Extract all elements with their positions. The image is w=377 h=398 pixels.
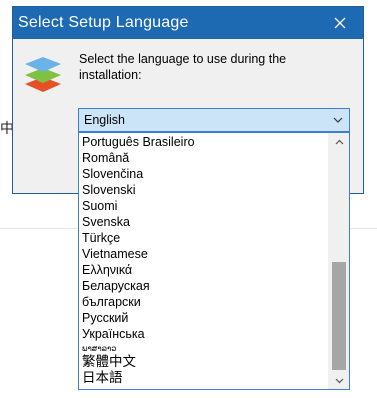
language-option[interactable]: Vietnamese: [79, 246, 329, 262]
language-option[interactable]: 日本語: [79, 370, 329, 386]
language-option[interactable]: Ελληνικά: [79, 262, 329, 278]
scrollbar-thumb[interactable]: [332, 262, 346, 370]
language-option[interactable]: Русский: [79, 310, 329, 326]
scroll-up-button[interactable]: [329, 133, 349, 150]
language-option[interactable]: български: [79, 294, 329, 310]
title-bar[interactable]: Select Setup Language: [13, 7, 363, 39]
language-prompt: Select the language to use during the in…: [79, 52, 287, 82]
language-option[interactable]: 繁體中文: [79, 354, 329, 370]
language-option[interactable]: Suomi: [79, 198, 329, 214]
language-option[interactable]: Türkçe: [79, 230, 329, 246]
dialog-title: Select Setup Language: [18, 14, 189, 31]
language-select[interactable]: English: [78, 108, 350, 132]
language-options: Português Brasileiro Română Slovenčina S…: [79, 133, 329, 389]
chevron-down-icon: [335, 378, 343, 383]
language-option[interactable]: Português Brasileiro: [79, 134, 329, 150]
close-icon: [334, 17, 346, 29]
layered-stack-logo-icon: [25, 57, 61, 92]
language-option[interactable]: Slovenski: [79, 182, 329, 198]
language-option[interactable]: Українська: [79, 326, 329, 342]
selected-language: English: [84, 113, 125, 127]
language-option[interactable]: Svenska: [79, 214, 329, 230]
language-option[interactable]: Slovenčina: [79, 166, 329, 182]
language-option[interactable]: Беларуская: [79, 278, 329, 294]
language-option[interactable]: ພາສາລາວ: [79, 344, 329, 354]
chevron-up-icon: [335, 139, 343, 144]
language-option[interactable]: Română: [79, 150, 329, 166]
language-dropdown-list[interactable]: Português Brasileiro Română Slovenčina S…: [78, 132, 350, 390]
scroll-down-button[interactable]: [329, 372, 349, 389]
close-button[interactable]: [317, 7, 363, 39]
chevron-down-icon: [333, 117, 343, 123]
dropdown-scrollbar[interactable]: [328, 133, 349, 389]
